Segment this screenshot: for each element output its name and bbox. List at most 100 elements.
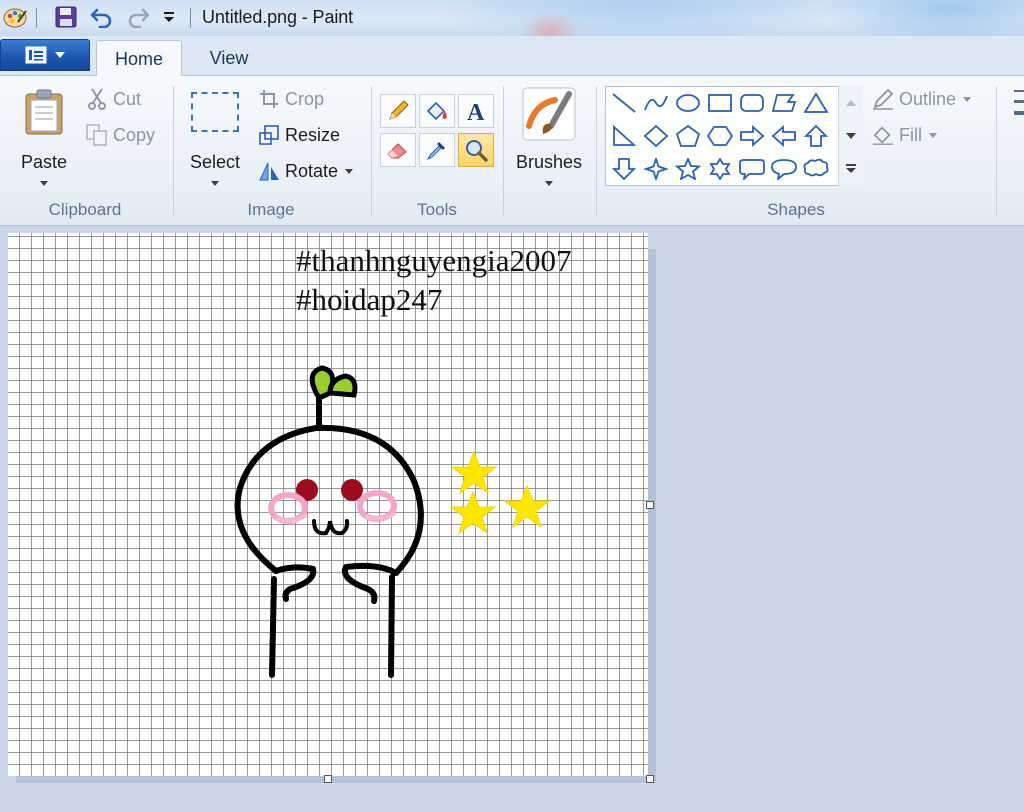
text-tool[interactable]: A: [458, 94, 494, 128]
right-arrow-shape[interactable]: [736, 120, 768, 152]
title-bar: Untitled.png - Paint: [0, 0, 1024, 36]
body-right-line: [388, 574, 395, 678]
outline-dropdown-icon: [963, 96, 972, 102]
line-size-icon: [1014, 90, 1024, 115]
diamond-shape[interactable]: [640, 120, 672, 152]
fill-dropdown-icon: [929, 132, 937, 138]
right-eye: [341, 479, 363, 501]
save-icon[interactable]: [52, 4, 80, 30]
down-arrow-shape[interactable]: [608, 153, 640, 185]
right-hand: [342, 562, 399, 604]
fill-tool[interactable]: [419, 94, 455, 128]
rounded-callout-shape[interactable]: [736, 153, 768, 185]
select-button[interactable]: Select: [186, 84, 244, 186]
oval-callout-shape[interactable]: [768, 153, 800, 185]
window-title: Untitled.png - Paint: [202, 7, 354, 27]
outline-pen-icon: [872, 88, 894, 110]
left-hand: [273, 564, 317, 602]
body-left-line: [269, 576, 277, 678]
pentagon-shape[interactable]: [672, 120, 704, 152]
up-arrow-shape[interactable]: [800, 120, 832, 152]
triangle-shape[interactable]: [800, 87, 832, 119]
resize-button[interactable]: Resize: [258, 124, 340, 146]
magnifier-icon: [466, 140, 488, 162]
magnifier-tool[interactable]: [458, 133, 494, 167]
five-point-star-shape[interactable]: [672, 153, 704, 185]
rounded-rectangle-shape[interactable]: [736, 87, 768, 119]
six-point-star-shape[interactable]: [704, 153, 736, 185]
redo-icon[interactable]: [124, 4, 152, 30]
resize-label: Resize: [285, 124, 341, 145]
paste-button[interactable]: Paste: [20, 84, 68, 186]
color-picker-tool[interactable]: [419, 133, 455, 167]
pencil-tool[interactable]: [380, 94, 416, 128]
fill-label: Fill: [899, 124, 922, 145]
gallery-expand-icon[interactable]: [839, 152, 863, 185]
drawing-canvas[interactable]: #thanhnguyengia2007 #hoidap247: [8, 233, 648, 776]
canvas-resize-handle-right[interactable]: [646, 501, 654, 509]
undo-icon[interactable]: [88, 4, 116, 30]
outline-label: Outline: [899, 88, 957, 109]
brushes-dropdown-icon: [545, 181, 553, 186]
cut-label: Cut: [113, 88, 142, 109]
cut-button[interactable]: Cut: [86, 88, 141, 110]
paste-dropdown-icon: [40, 181, 48, 186]
shapes-gallery: [605, 86, 863, 186]
tab-home[interactable]: Home: [96, 40, 182, 77]
crop-label: Crop: [285, 88, 325, 109]
shapes-gallery-scroll: [838, 86, 863, 186]
fill-button[interactable]: Fill: [872, 124, 937, 146]
file-menu-button[interactable]: [0, 39, 90, 71]
outline-button[interactable]: Outline: [872, 88, 972, 110]
hexagon-shape[interactable]: [704, 120, 736, 152]
file-menu-icon: [25, 46, 47, 64]
rotate-icon: [258, 160, 280, 182]
size-button-partial[interactable]: [1008, 88, 1024, 128]
left-arrow-shape[interactable]: [768, 120, 800, 152]
customize-toolbar-icon[interactable]: [158, 4, 180, 30]
curve-shape[interactable]: [640, 87, 672, 119]
gallery-scroll-up-icon[interactable]: [839, 86, 863, 119]
polygon-shape[interactable]: [768, 87, 800, 119]
brush-icon: [522, 87, 576, 141]
cloud-callout-shape[interactable]: [800, 153, 832, 185]
paint-app-icon[interactable]: [0, 4, 30, 30]
ribbon-tab-row: Home View: [0, 36, 1024, 77]
copy-button[interactable]: Copy: [86, 124, 155, 146]
fill-bucket-icon: [872, 124, 894, 146]
eraser-icon: [387, 143, 407, 159]
gallery-scroll-down-icon[interactable]: [839, 119, 863, 152]
select-dropdown-icon: [211, 181, 219, 186]
canvas-resize-handle-corner[interactable]: [646, 775, 654, 783]
canvas-resize-handle-bottom[interactable]: [324, 775, 332, 783]
four-point-star-shape[interactable]: [640, 153, 672, 185]
crop-icon: [258, 88, 280, 110]
line-shape[interactable]: [608, 87, 640, 119]
tab-view[interactable]: View: [190, 40, 268, 77]
shapes-group-label: Shapes: [767, 200, 825, 219]
rectangle-shape[interactable]: [704, 87, 736, 119]
clipboard-icon: [25, 89, 63, 135]
select-marquee-icon: [191, 92, 239, 132]
scissors-icon: [86, 88, 108, 110]
pencil-icon: [389, 100, 409, 120]
file-menu-chevron-icon: [55, 52, 65, 58]
blush-cheeks: [268, 490, 397, 524]
eraser-tool[interactable]: [380, 133, 416, 167]
rotate-label: Rotate: [285, 160, 339, 181]
oval-shape[interactable]: [672, 87, 704, 119]
resize-icon: [258, 124, 280, 146]
eyedropper-icon: [426, 142, 445, 161]
right-triangle-shape[interactable]: [608, 120, 640, 152]
svg-text:A: A: [467, 100, 485, 123]
crop-button[interactable]: Crop: [258, 88, 324, 110]
brushes-button[interactable]: Brushes: [512, 84, 586, 194]
image-group-label: Image: [247, 200, 295, 219]
yellow-stars: [449, 450, 551, 535]
sprout-leaf: [309, 365, 358, 431]
rotate-button[interactable]: Rotate: [258, 160, 354, 182]
ribbon-home: Paste Cut Copy Clipboard Select Crop Res…: [0, 76, 1024, 226]
copy-label: Copy: [113, 124, 156, 145]
copy-icon: [86, 124, 108, 146]
brushes-label: Brushes: [515, 152, 583, 172]
